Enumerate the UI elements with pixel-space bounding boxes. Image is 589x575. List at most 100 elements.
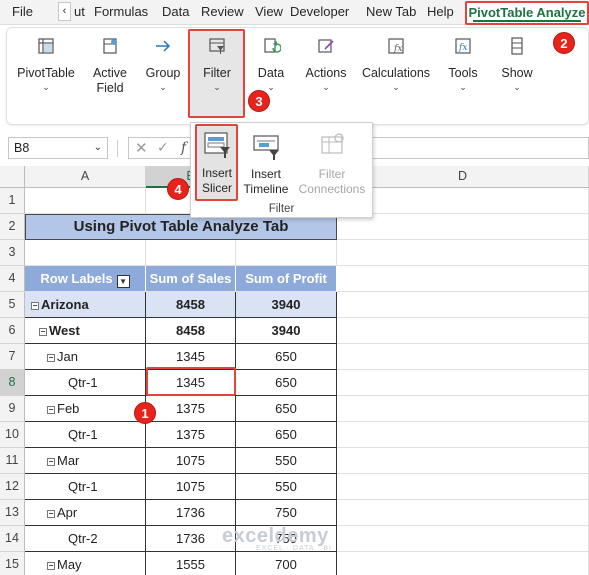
- collapse-icon[interactable]: −: [47, 354, 55, 362]
- profit-cell[interactable]: 650: [236, 396, 337, 422]
- filter-dropdown-icon[interactable]: ▼: [116, 275, 130, 288]
- empty-cell[interactable]: [337, 448, 589, 474]
- cell-c3[interactable]: [236, 240, 337, 266]
- row-header-2[interactable]: 2: [0, 214, 25, 240]
- sales-cell[interactable]: 1555: [146, 552, 236, 575]
- row-header-5[interactable]: 5: [0, 292, 25, 318]
- column-header-a[interactable]: A: [25, 166, 146, 188]
- row-header-3[interactable]: 3: [0, 240, 25, 266]
- cell-d1[interactable]: [337, 188, 589, 214]
- sales-cell[interactable]: 8458: [146, 318, 236, 344]
- tab-help[interactable]: Help: [427, 4, 454, 19]
- calculations-button[interactable]: fx Calculations ⌄: [358, 28, 434, 124]
- collapse-icon[interactable]: −: [31, 302, 39, 310]
- filter-button[interactable]: Filter ⌄: [192, 28, 242, 124]
- tab-file[interactable]: File: [12, 4, 33, 19]
- pivottable-button[interactable]: PivotTable ⌄: [14, 28, 78, 124]
- pivot-row-label[interactable]: − Arizona: [25, 292, 146, 318]
- pivot-row-label[interactable]: − Mar: [25, 448, 146, 474]
- insert-slicer-button-active[interactable]: Insert Slicer: [198, 126, 236, 198]
- row-header-7[interactable]: 7: [0, 344, 25, 370]
- profit-cell[interactable]: 3940: [236, 318, 337, 344]
- collapse-icon[interactable]: −: [39, 328, 47, 336]
- empty-cell[interactable]: [337, 344, 589, 370]
- sales-cell[interactable]: 1736: [146, 500, 236, 526]
- tab-cut-partial[interactable]: ut: [74, 4, 85, 19]
- tab-new-tab[interactable]: New Tab: [366, 4, 416, 19]
- row-header-15[interactable]: 15: [0, 552, 25, 575]
- insert-timeline-button[interactable]: Insert Timeline: [241, 127, 291, 199]
- empty-cell[interactable]: [337, 500, 589, 526]
- tab-formulas[interactable]: Formulas: [94, 4, 148, 19]
- row-header-10[interactable]: 10: [0, 422, 25, 448]
- actions-button[interactable]: Actions ⌄: [300, 28, 352, 124]
- sales-cell[interactable]: 1375: [146, 396, 236, 422]
- collapse-icon[interactable]: −: [47, 510, 55, 518]
- row-header-9[interactable]: 9: [0, 396, 25, 422]
- profit-cell[interactable]: 700: [236, 552, 337, 575]
- cell-b3[interactable]: [146, 240, 236, 266]
- chevron-down-icon[interactable]: ⌄: [94, 138, 102, 158]
- profit-cell[interactable]: 3940: [236, 292, 337, 318]
- pivot-row-label[interactable]: Qtr-1: [25, 422, 146, 448]
- collapse-icon[interactable]: −: [47, 562, 55, 570]
- tab-data[interactable]: Data: [162, 4, 189, 19]
- row-header-4[interactable]: 4: [0, 266, 25, 292]
- collapse-icon[interactable]: −: [47, 406, 55, 414]
- sales-cell[interactable]: 1075: [146, 448, 236, 474]
- empty-cell[interactable]: [337, 474, 589, 500]
- row-header-8[interactable]: 8: [0, 370, 25, 396]
- empty-cell[interactable]: [337, 396, 589, 422]
- sales-cell[interactable]: 8458: [146, 292, 236, 318]
- tab-pivottable-analyze[interactable]: PivotTable Analyze: [465, 1, 589, 25]
- tab-view[interactable]: View: [255, 4, 283, 19]
- row-header-12[interactable]: 12: [0, 474, 25, 500]
- row-header-13[interactable]: 13: [0, 500, 25, 526]
- cell-d2[interactable]: [337, 214, 589, 240]
- profit-cell[interactable]: 750: [236, 500, 337, 526]
- pivot-row-label[interactable]: − Jan: [25, 344, 146, 370]
- profit-cell[interactable]: 550: [236, 474, 337, 500]
- empty-cell[interactable]: [337, 370, 589, 396]
- profit-cell[interactable]: 650: [236, 344, 337, 370]
- sales-cell[interactable]: 1075: [146, 474, 236, 500]
- row-header-6[interactable]: 6: [0, 318, 25, 344]
- cell-a1[interactable]: [25, 188, 146, 214]
- collapse-icon[interactable]: −: [47, 458, 55, 466]
- pivot-row-label[interactable]: Qtr-2: [25, 526, 146, 552]
- empty-cell[interactable]: [337, 526, 589, 552]
- pivot-row-label[interactable]: Qtr-1: [25, 474, 146, 500]
- tab-developer[interactable]: Developer: [290, 4, 349, 19]
- pivot-row-label[interactable]: − May: [25, 552, 146, 575]
- cancel-icon[interactable]: ✕: [135, 139, 148, 157]
- insert-function-icon[interactable]: f: [181, 140, 186, 156]
- profit-cell[interactable]: 550: [236, 448, 337, 474]
- cell-a3[interactable]: [25, 240, 146, 266]
- row-header-11[interactable]: 11: [0, 448, 25, 474]
- empty-cell[interactable]: [337, 318, 589, 344]
- pivot-header-row-labels[interactable]: Row Labels ▼: [25, 266, 146, 292]
- tab-review[interactable]: Review: [201, 4, 244, 19]
- pivot-row-label[interactable]: − Feb: [25, 396, 146, 422]
- row-header-1[interactable]: 1: [0, 188, 25, 214]
- tab-scroll-left-icon[interactable]: ‹: [58, 2, 71, 21]
- pivot-row-label[interactable]: Qtr-1: [25, 370, 146, 396]
- cell-d4[interactable]: [337, 266, 589, 292]
- tools-button[interactable]: fx Tools ⌄: [444, 28, 482, 124]
- empty-cell[interactable]: [337, 292, 589, 318]
- profit-cell[interactable]: 650: [236, 422, 337, 448]
- profit-cell[interactable]: 650: [236, 370, 337, 396]
- pivot-row-label[interactable]: − West: [25, 318, 146, 344]
- pivot-header-sales[interactable]: Sum of Sales: [146, 266, 236, 292]
- active-field-button[interactable]: Active Field: [85, 28, 135, 124]
- pivot-row-label[interactable]: − Apr: [25, 500, 146, 526]
- empty-cell[interactable]: [337, 422, 589, 448]
- row-header-14[interactable]: 14: [0, 526, 25, 552]
- select-all-corner[interactable]: [0, 166, 25, 188]
- group-button[interactable]: Group ⌄: [140, 28, 186, 124]
- show-button[interactable]: Show ⌄: [498, 28, 536, 124]
- filter-connections-button[interactable]: Filter Connections: [295, 127, 369, 199]
- cell-d3[interactable]: [337, 240, 589, 266]
- enter-icon[interactable]: ✓: [157, 139, 169, 156]
- column-header-d[interactable]: D: [337, 166, 589, 188]
